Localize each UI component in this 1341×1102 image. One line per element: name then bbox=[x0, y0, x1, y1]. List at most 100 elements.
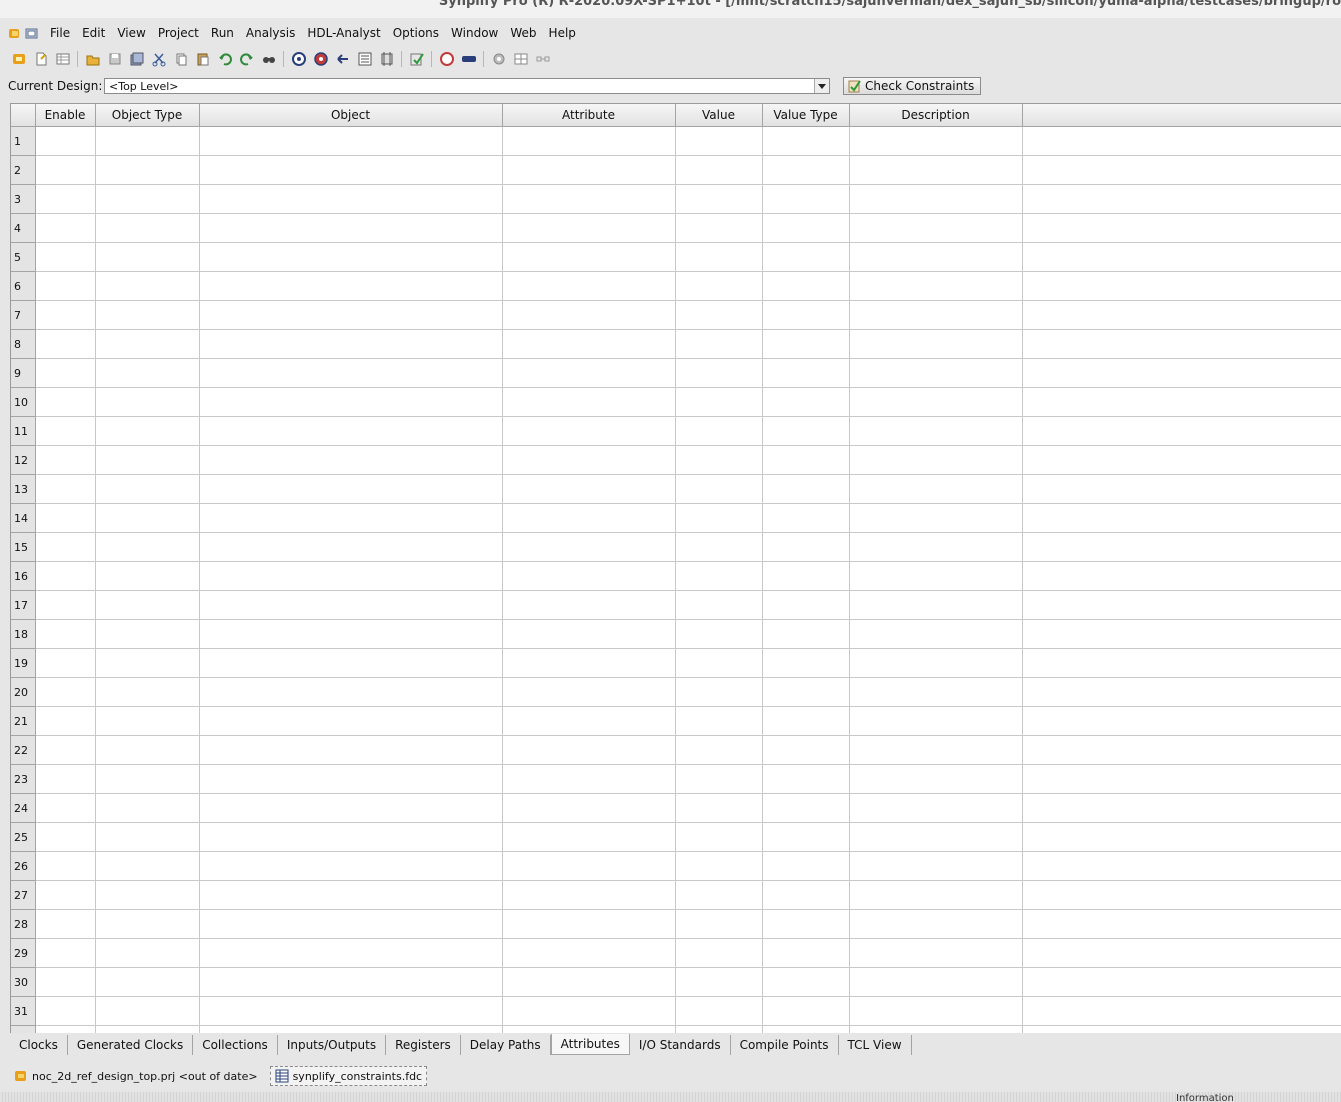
grid-cell[interactable] bbox=[762, 1025, 850, 1033]
grid-cell[interactable] bbox=[35, 561, 96, 591]
row-number[interactable]: 1 bbox=[11, 126, 36, 156]
grid-cell[interactable] bbox=[849, 271, 1023, 301]
grid-cell[interactable] bbox=[35, 590, 96, 620]
grid-cell[interactable] bbox=[849, 793, 1023, 823]
grid-cell[interactable] bbox=[675, 358, 763, 388]
undo-icon[interactable] bbox=[214, 49, 235, 69]
grid-cell[interactable] bbox=[849, 387, 1023, 417]
grid-cell[interactable] bbox=[199, 445, 503, 475]
grid-cell[interactable] bbox=[675, 1025, 763, 1033]
row-number[interactable]: 22 bbox=[11, 735, 36, 765]
grid-cell[interactable] bbox=[35, 619, 96, 649]
grid-cell[interactable] bbox=[675, 677, 763, 707]
grid-cell[interactable] bbox=[95, 996, 200, 1026]
open-icon[interactable] bbox=[82, 49, 103, 69]
grid-cell[interactable] bbox=[849, 996, 1023, 1026]
tab-delay-paths[interactable]: Delay Paths bbox=[460, 1035, 551, 1055]
menu-edit[interactable]: Edit bbox=[76, 26, 111, 40]
grid-cell[interactable] bbox=[675, 503, 763, 533]
row-number[interactable]: 14 bbox=[11, 503, 36, 533]
grid-cell[interactable] bbox=[502, 561, 676, 591]
redo-icon[interactable] bbox=[236, 49, 257, 69]
grid-cell[interactable] bbox=[35, 880, 96, 910]
grid-cell[interactable] bbox=[675, 880, 763, 910]
grid-cell[interactable] bbox=[675, 271, 763, 301]
tab-io-standards[interactable]: I/O Standards bbox=[629, 1035, 731, 1055]
grid-cell[interactable] bbox=[762, 764, 850, 794]
grid-cell[interactable] bbox=[849, 938, 1023, 968]
grid-cell[interactable] bbox=[502, 1025, 676, 1033]
grid-cell[interactable] bbox=[502, 880, 676, 910]
grid-cell[interactable] bbox=[95, 445, 200, 475]
grid-cell[interactable] bbox=[762, 474, 850, 504]
grid-cell[interactable] bbox=[199, 967, 503, 997]
grid-cell[interactable] bbox=[762, 213, 850, 243]
row-number[interactable]: 11 bbox=[11, 416, 36, 446]
grid-cell[interactable] bbox=[675, 184, 763, 214]
grid-cell[interactable] bbox=[35, 358, 96, 388]
grid-cell[interactable] bbox=[199, 358, 503, 388]
column-header-value-type[interactable]: Value Type bbox=[762, 104, 850, 127]
grid-cell[interactable] bbox=[849, 242, 1023, 272]
grid-cell[interactable] bbox=[762, 271, 850, 301]
grid-cell[interactable] bbox=[849, 445, 1023, 475]
row-number[interactable]: 23 bbox=[11, 764, 36, 794]
grid-cell[interactable] bbox=[199, 590, 503, 620]
grid-cell[interactable] bbox=[762, 242, 850, 272]
row-number[interactable]: 27 bbox=[11, 880, 36, 910]
grid-cell[interactable] bbox=[95, 851, 200, 881]
grid-cell[interactable] bbox=[35, 271, 96, 301]
grid-cell[interactable] bbox=[95, 126, 200, 156]
grid-cell[interactable] bbox=[199, 387, 503, 417]
table-row[interactable]: 8 bbox=[11, 329, 1341, 359]
grid-cell[interactable] bbox=[35, 184, 96, 214]
grid-cell[interactable] bbox=[35, 416, 96, 446]
menu-web[interactable]: Web bbox=[504, 26, 542, 40]
tab-attributes[interactable]: Attributes bbox=[550, 1034, 630, 1055]
grid-cell[interactable] bbox=[35, 213, 96, 243]
grid-cell[interactable] bbox=[95, 387, 200, 417]
column-header-value[interactable]: Value bbox=[675, 104, 763, 127]
grid-cell[interactable] bbox=[35, 822, 96, 852]
grid-cell[interactable] bbox=[675, 329, 763, 359]
grid-cell[interactable] bbox=[95, 213, 200, 243]
grid-cell[interactable] bbox=[675, 532, 763, 562]
grid-cell[interactable] bbox=[35, 967, 96, 997]
row-number[interactable]: 6 bbox=[11, 271, 36, 301]
row-number[interactable]: 19 bbox=[11, 648, 36, 678]
grid-cell[interactable] bbox=[35, 387, 96, 417]
grid-cell[interactable] bbox=[199, 474, 503, 504]
grid-cell[interactable] bbox=[502, 532, 676, 562]
table-row[interactable]: 5 bbox=[11, 242, 1341, 272]
grid-cell[interactable] bbox=[849, 619, 1023, 649]
grid-cell[interactable] bbox=[199, 822, 503, 852]
grid-cell[interactable] bbox=[849, 590, 1023, 620]
window-menu-icon[interactable] bbox=[25, 27, 38, 40]
grid-cell[interactable] bbox=[762, 358, 850, 388]
new-file-icon[interactable] bbox=[30, 49, 51, 69]
grid-cell[interactable] bbox=[675, 996, 763, 1026]
tab-generated-clocks[interactable]: Generated Clocks bbox=[67, 1035, 194, 1055]
grid-cell[interactable] bbox=[502, 416, 676, 446]
grid-cell[interactable] bbox=[199, 996, 503, 1026]
grid-cell[interactable] bbox=[502, 793, 676, 823]
grid-cell[interactable] bbox=[849, 532, 1023, 562]
row-number[interactable]: 18 bbox=[11, 619, 36, 649]
grid-cell[interactable] bbox=[849, 822, 1023, 852]
column-header-description[interactable]: Description bbox=[849, 104, 1023, 127]
grid-cell[interactable] bbox=[502, 126, 676, 156]
grid-cell[interactable] bbox=[675, 851, 763, 881]
row-number[interactable]: 32 bbox=[11, 1025, 36, 1033]
grid-cell[interactable] bbox=[502, 677, 676, 707]
grid-cell[interactable] bbox=[502, 271, 676, 301]
grid-cell[interactable] bbox=[95, 300, 200, 330]
grid-cell[interactable] bbox=[675, 213, 763, 243]
table-row[interactable]: 28 bbox=[11, 909, 1341, 939]
grid-cell[interactable] bbox=[95, 416, 200, 446]
row-number[interactable]: 5 bbox=[11, 242, 36, 272]
table-row[interactable]: 3 bbox=[11, 184, 1341, 214]
column-header-object[interactable]: Object bbox=[199, 104, 503, 127]
grid-cell[interactable] bbox=[502, 300, 676, 330]
grid-cell[interactable] bbox=[762, 938, 850, 968]
grid-cell[interactable] bbox=[95, 271, 200, 301]
